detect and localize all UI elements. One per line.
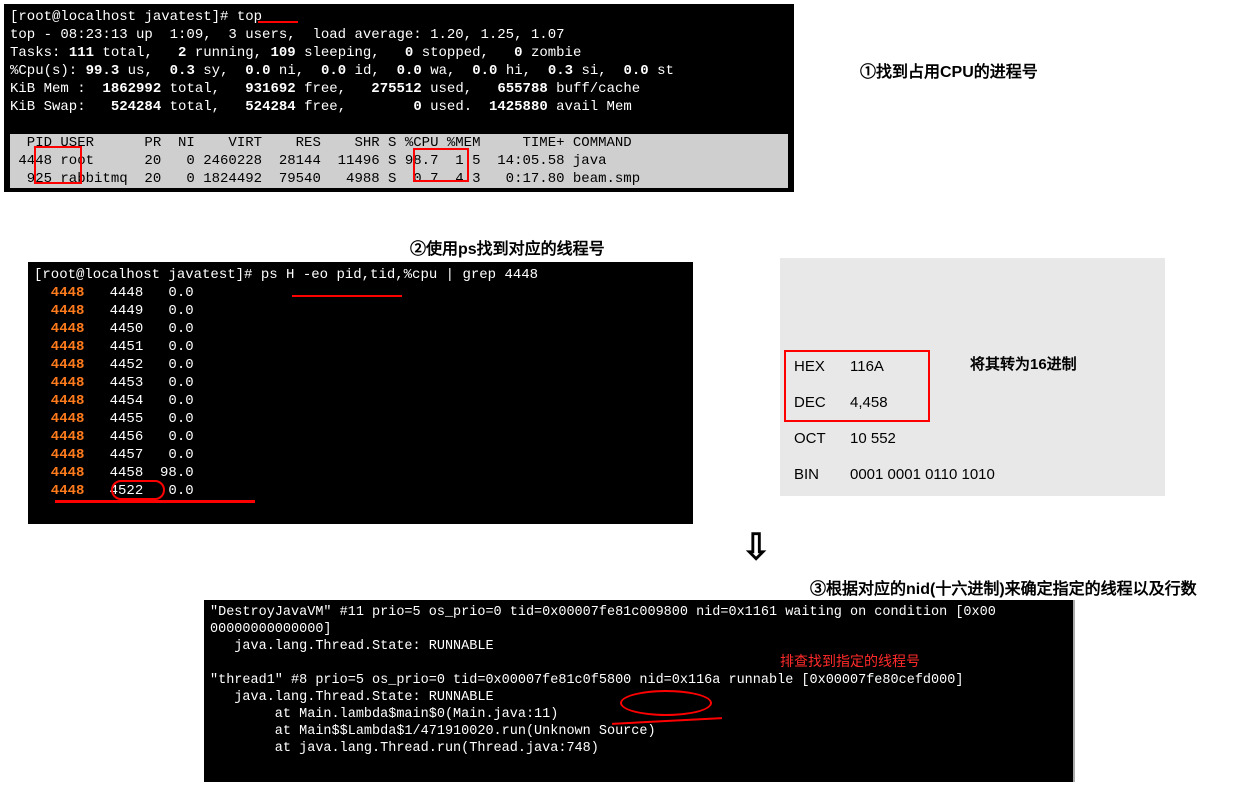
arrow-down-icon: ⇩ (741, 526, 771, 568)
step2-label: ②使用ps找到对应的线程号 (410, 235, 605, 259)
terminal-jstack: "DestroyJavaVM" #11 prio=5 os_prio=0 tid… (204, 600, 1074, 782)
hex-rows: HEX116ADEC4,458OCT10 552BIN0001 0001 011… (794, 358, 995, 502)
jstack-note: 排查找到指定的线程号 (780, 651, 920, 671)
step1-label: ①找到占用CPU的进程号 (860, 58, 1038, 82)
terminal-top: [root@localhost javatest]# top top - 08:… (4, 4, 794, 192)
scrollbar-placeholder (1073, 600, 1075, 782)
terminal-ps: [root@localhost javatest]# ps H -eo pid,… (28, 262, 693, 524)
hex-panel: 将其转为16进制 HEX116ADEC4,458OCT10 552BIN0001… (780, 258, 1165, 496)
step3-label: ③根据对应的nid(十六进制)来确定指定的线程以及行数 (810, 575, 1197, 599)
